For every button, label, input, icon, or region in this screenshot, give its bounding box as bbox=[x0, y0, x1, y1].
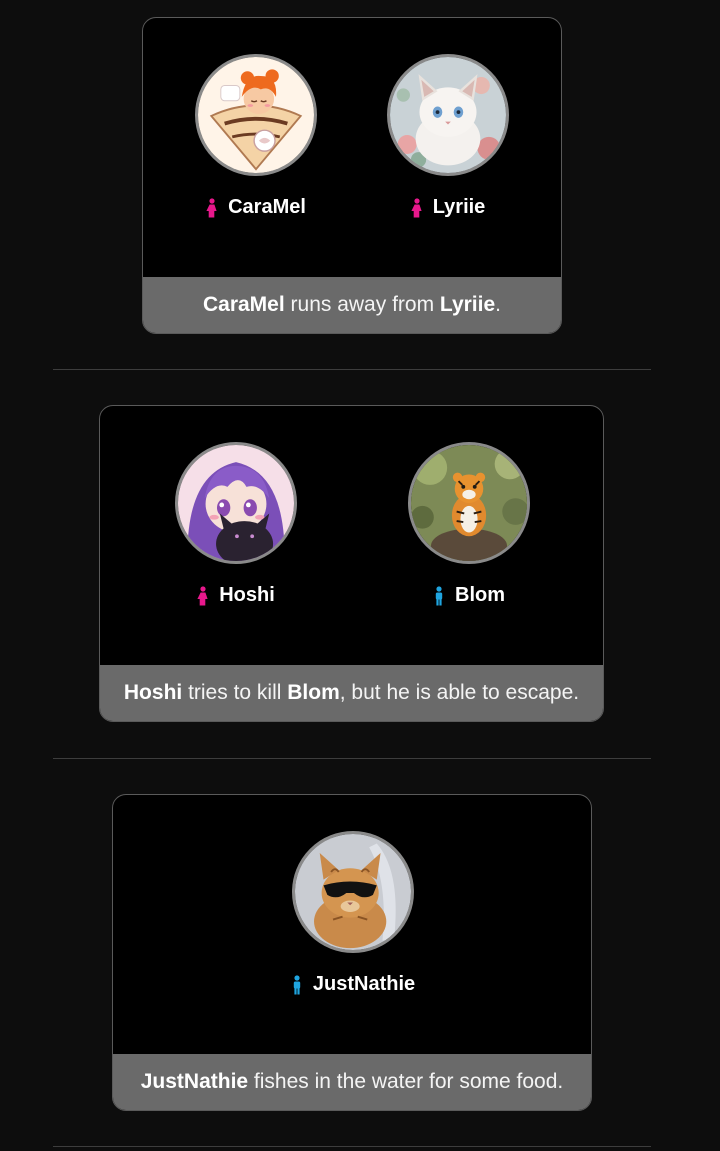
sunglasses-cat-avatar bbox=[292, 831, 414, 953]
tiger-cub-avatar bbox=[408, 442, 530, 564]
tribute-name: Blom bbox=[455, 584, 505, 606]
event-actor: Hoshi bbox=[123, 681, 183, 704]
event-ending: . bbox=[495, 293, 501, 316]
district-events-page: CaraMel Lyriie CaraMel runs away from Ly… bbox=[0, 0, 720, 1151]
tribute-avatars: Hoshi Blom bbox=[100, 406, 603, 665]
tribute-caramel: CaraMel bbox=[191, 54, 321, 219]
tribute-name: JustNathie bbox=[312, 973, 416, 995]
tribute-name: Lyriie bbox=[432, 196, 486, 218]
event-description: Hoshi tries to kill Blom, but he is able… bbox=[100, 665, 603, 721]
event-card: Hoshi Blom Hoshi tries to kill Blom, but… bbox=[99, 405, 604, 722]
event-action: tries to kill bbox=[182, 681, 288, 704]
event-card: JustNathie JustNathie fishes in the wate… bbox=[112, 794, 592, 1111]
event-target: Blom bbox=[287, 681, 340, 704]
crepe-girl-avatar bbox=[195, 54, 317, 176]
tribute-avatars: JustNathie bbox=[113, 795, 591, 1054]
event-actor: JustNathie bbox=[140, 1070, 249, 1093]
event-description: JustNathie fishes in the water for some … bbox=[113, 1054, 591, 1110]
tribute-name: CaraMel bbox=[228, 196, 306, 218]
event-divider bbox=[53, 758, 651, 759]
event-action: runs away from bbox=[284, 293, 440, 316]
female-icon bbox=[206, 198, 218, 218]
event-card: CaraMel Lyriie CaraMel runs away from Ly… bbox=[142, 17, 562, 334]
tribute-justnathie: JustNathie bbox=[288, 831, 418, 996]
event-target: Lyriie bbox=[439, 293, 496, 316]
tribute-blom: Blom bbox=[404, 442, 534, 607]
male-icon bbox=[433, 586, 445, 606]
female-icon bbox=[197, 586, 209, 606]
purple-hair-girl-avatar bbox=[175, 442, 297, 564]
tribute-lyriie: Lyriie bbox=[383, 54, 513, 219]
event-action: fishes in the water for some food. bbox=[248, 1070, 564, 1093]
white-cat-avatar bbox=[387, 54, 509, 176]
female-icon bbox=[411, 198, 423, 218]
tribute-name: Hoshi bbox=[219, 584, 275, 606]
male-icon bbox=[291, 975, 303, 995]
event-divider bbox=[53, 1146, 651, 1147]
tribute-avatars: CaraMel Lyriie bbox=[143, 18, 561, 277]
event-actor: CaraMel bbox=[202, 293, 285, 316]
event-ending: , but he is able to escape. bbox=[339, 681, 580, 704]
tribute-hoshi: Hoshi bbox=[171, 442, 301, 607]
event-description: CaraMel runs away from Lyriie. bbox=[143, 277, 561, 333]
event-divider bbox=[53, 369, 651, 370]
